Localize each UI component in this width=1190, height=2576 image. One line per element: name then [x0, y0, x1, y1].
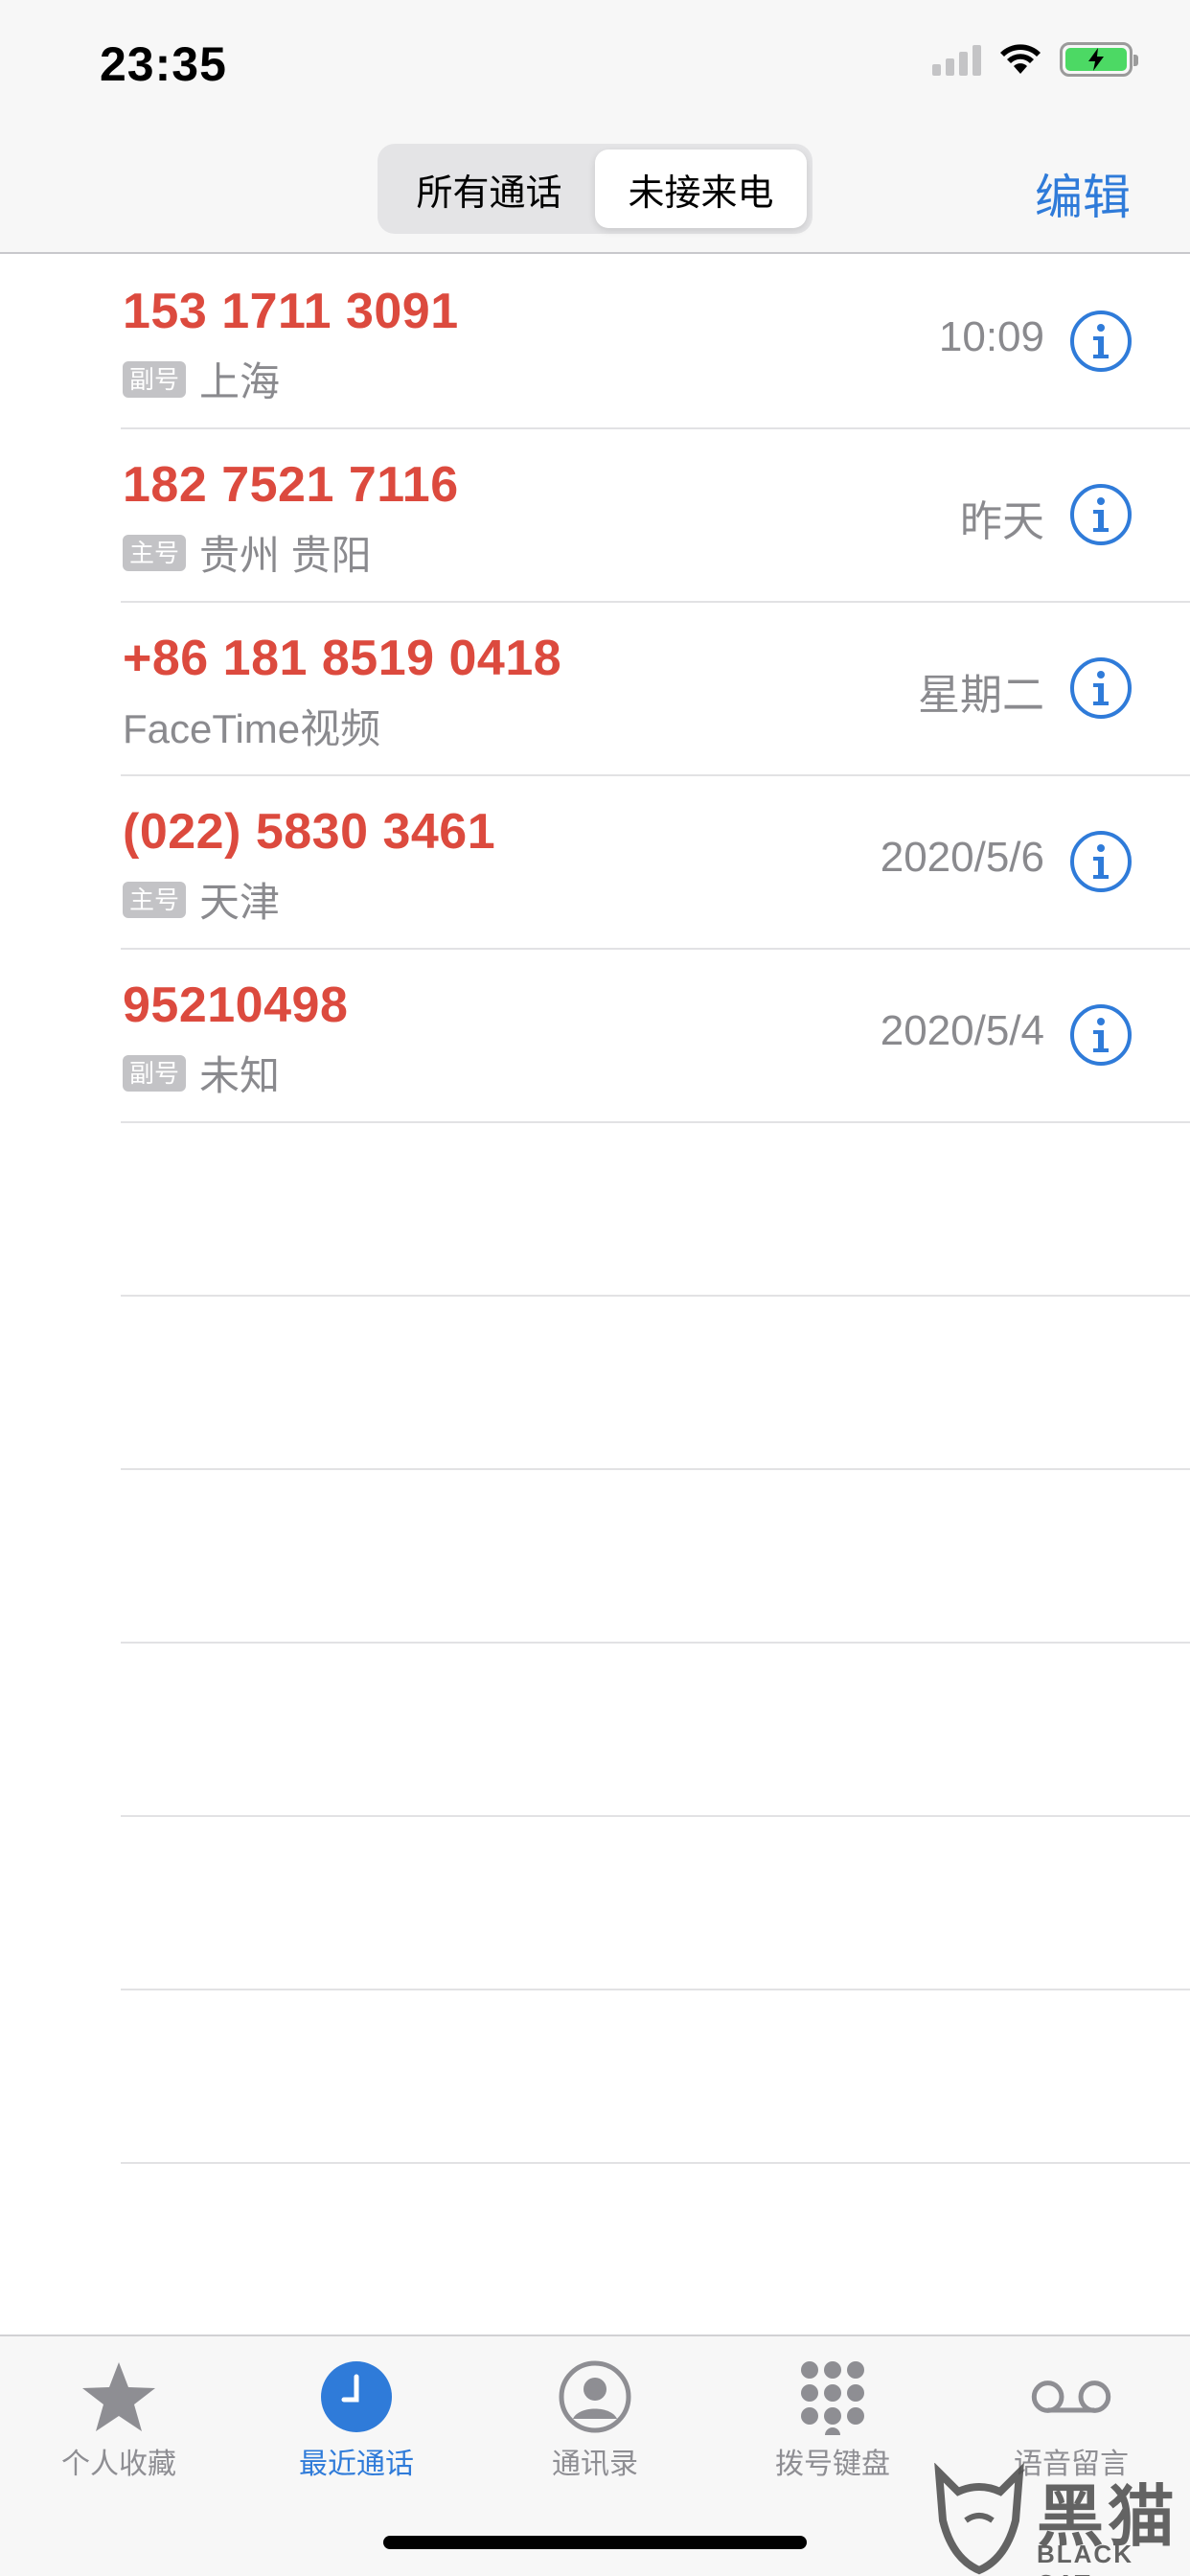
empty-row [0, 1817, 1190, 1990]
caller-number: (022) 5830 3461 [123, 804, 496, 860]
line-tag: 副号 [123, 1054, 187, 1092]
navigation-header: 23:35 所有通话 未接来电 编辑 [0, 0, 1190, 254]
empty-row [0, 1297, 1190, 1470]
person-circle-icon [554, 2356, 636, 2438]
clock-icon [315, 2356, 398, 2438]
star-icon [78, 2356, 160, 2438]
watermark-en: BLACK CAT [1037, 2540, 1133, 2576]
empty-row [0, 1644, 1190, 1817]
info-icon[interactable] [1069, 1003, 1133, 1067]
keypad-icon [791, 2356, 874, 2438]
caller-location: 天津 [199, 880, 281, 925]
call-row[interactable]: 95210498 副号 未知 2020/5/4 [0, 950, 1190, 1123]
wifi-icon [1000, 44, 1041, 74]
call-time: 2020/5/6 [880, 834, 1044, 881]
home-indicator[interactable] [383, 2536, 807, 2549]
call-time: 10:09 [938, 313, 1044, 360]
status-icons [932, 42, 1138, 77]
tab-favorites[interactable]: 个人收藏 [0, 2336, 238, 2509]
cat-logo-icon [934, 2463, 1024, 2575]
segment-all-calls[interactable]: 所有通话 [383, 150, 595, 228]
empty-row [0, 1470, 1190, 1644]
recent-calls-list: 153 1711 3091 副号 上海 10:09 182 7521 7116 … [0, 256, 1190, 2337]
voicemail-icon [1030, 2356, 1112, 2438]
call-time: 星期二 [918, 672, 1044, 719]
caller-number: +86 181 8519 0418 [123, 631, 562, 686]
empty-row [0, 1990, 1190, 2164]
call-row[interactable]: (022) 5830 3461 主号 天津 2020/5/6 [0, 776, 1190, 950]
edit-button[interactable]: 编辑 [1035, 159, 1131, 228]
segment-missed-calls[interactable]: 未接来电 [595, 150, 807, 228]
caller-location: 贵州 贵阳 [199, 533, 372, 578]
caller-number: 182 7521 7116 [123, 457, 459, 513]
watermark-logo: 黑猫 BLACK CAT [929, 2463, 1190, 2576]
caller-number: 95210498 [123, 978, 349, 1033]
tab-keypad[interactable]: 拨号键盘 [714, 2336, 951, 2509]
tab-contacts[interactable]: 通讯录 [476, 2336, 714, 2509]
call-row[interactable]: +86 181 8519 0418 FaceTime视频 星期二 [0, 603, 1190, 776]
caller-location: 未知 [199, 1053, 281, 1098]
line-tag: 主号 [123, 534, 187, 571]
line-tag: 主号 [123, 881, 187, 918]
caller-number: 153 1711 3091 [123, 284, 459, 339]
caller-location: FaceTime视频 [123, 706, 381, 751]
call-time: 2020/5/4 [880, 1007, 1044, 1054]
cellular-signal-icon [932, 43, 981, 76]
caller-location: 上海 [199, 359, 281, 404]
battery-charging-icon [1060, 42, 1138, 77]
tab-recents[interactable]: 最近通话 [238, 2336, 475, 2509]
info-icon[interactable] [1069, 656, 1133, 720]
line-tag: 副号 [123, 360, 187, 398]
info-icon[interactable] [1069, 483, 1133, 546]
call-time: 昨天 [960, 498, 1044, 545]
empty-row [0, 1123, 1190, 1297]
call-row[interactable]: 182 7521 7116 主号 贵州 贵阳 昨天 [0, 429, 1190, 603]
call-filter-segmented-control[interactable]: 所有通话 未接来电 [378, 144, 812, 234]
info-icon[interactable] [1069, 830, 1133, 893]
info-icon[interactable] [1069, 310, 1133, 373]
status-time: 23:35 [100, 37, 227, 91]
call-row[interactable]: 153 1711 3091 副号 上海 10:09 [0, 256, 1190, 429]
empty-row [0, 2164, 1190, 2337]
